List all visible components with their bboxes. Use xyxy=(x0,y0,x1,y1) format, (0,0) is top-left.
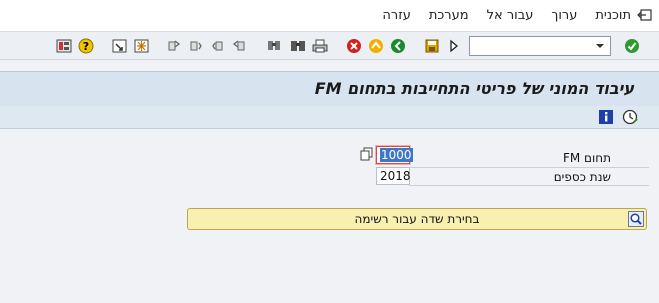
dropdown-icon[interactable] xyxy=(592,38,608,54)
command-input[interactable] xyxy=(470,37,590,55)
fm-area-field[interactable]: 1000 xyxy=(376,146,413,164)
copy-icon[interactable] xyxy=(360,147,374,161)
last-page-icon[interactable] xyxy=(166,38,182,54)
fiscal-year-value: 2018 xyxy=(380,169,411,183)
menu-item-system[interactable]: מערכת xyxy=(429,8,469,23)
print-icon[interactable] xyxy=(312,38,328,54)
fm-area-value: 1000 xyxy=(380,148,413,162)
menu-item-goto[interactable]: עבור אל xyxy=(487,8,534,23)
clock-icon[interactable] xyxy=(622,109,638,125)
exit-icon[interactable] xyxy=(637,8,653,22)
menu-item-program[interactable]: תוכנית xyxy=(595,8,631,23)
layout-icon[interactable] xyxy=(56,38,72,54)
fm-area-label: תחום FM xyxy=(562,151,611,165)
back-icon[interactable] xyxy=(390,38,406,54)
search-icon[interactable] xyxy=(628,211,644,227)
application-toolbar xyxy=(0,106,659,129)
menu-item-edit[interactable]: ערוך xyxy=(551,8,577,23)
fm-area-underline xyxy=(409,167,649,168)
page-title: עיבוד המוני של פריטי התחייבות בתחום FM xyxy=(314,79,634,98)
svg-text:?: ? xyxy=(83,40,89,53)
help-icon[interactable]: ? xyxy=(78,38,94,54)
previous-page-icon[interactable] xyxy=(210,38,226,54)
command-arrow-icon[interactable] xyxy=(446,38,462,54)
field-selection-bar[interactable]: בחירת שדה עבור רשימה xyxy=(187,208,647,230)
cancel-icon[interactable] xyxy=(346,38,362,54)
fiscal-year-underline xyxy=(409,185,649,186)
standard-toolbar: ? xyxy=(0,32,659,60)
exit-green-icon[interactable] xyxy=(368,38,384,54)
execute-icon[interactable] xyxy=(624,38,640,54)
menu-items: תוכנית ערוך עבור אל מערכת עזרה xyxy=(382,8,631,23)
menu-bar: תוכנית ערוך עבור אל מערכת עזרה xyxy=(0,0,659,32)
save-icon[interactable] xyxy=(424,38,440,54)
info-icon[interactable] xyxy=(598,109,614,125)
command-field[interactable] xyxy=(469,36,611,56)
new-session-icon[interactable] xyxy=(112,38,128,54)
field-selection-label: בחירת שדה עבור רשימה xyxy=(354,212,480,226)
find-next-icon[interactable] xyxy=(266,38,282,54)
next-page-icon[interactable] xyxy=(188,38,204,54)
shortcut-icon[interactable] xyxy=(134,38,150,54)
screen-title-bar: עיבוד המוני של פריטי התחייבות בתחום FM xyxy=(0,71,659,106)
fiscal-year-label: שנת כספים xyxy=(553,170,611,184)
fiscal-year-field[interactable]: 2018 xyxy=(376,167,411,185)
menu-item-help[interactable]: עזרה xyxy=(382,8,410,23)
first-page-icon[interactable] xyxy=(232,38,248,54)
find-icon[interactable] xyxy=(290,38,306,54)
